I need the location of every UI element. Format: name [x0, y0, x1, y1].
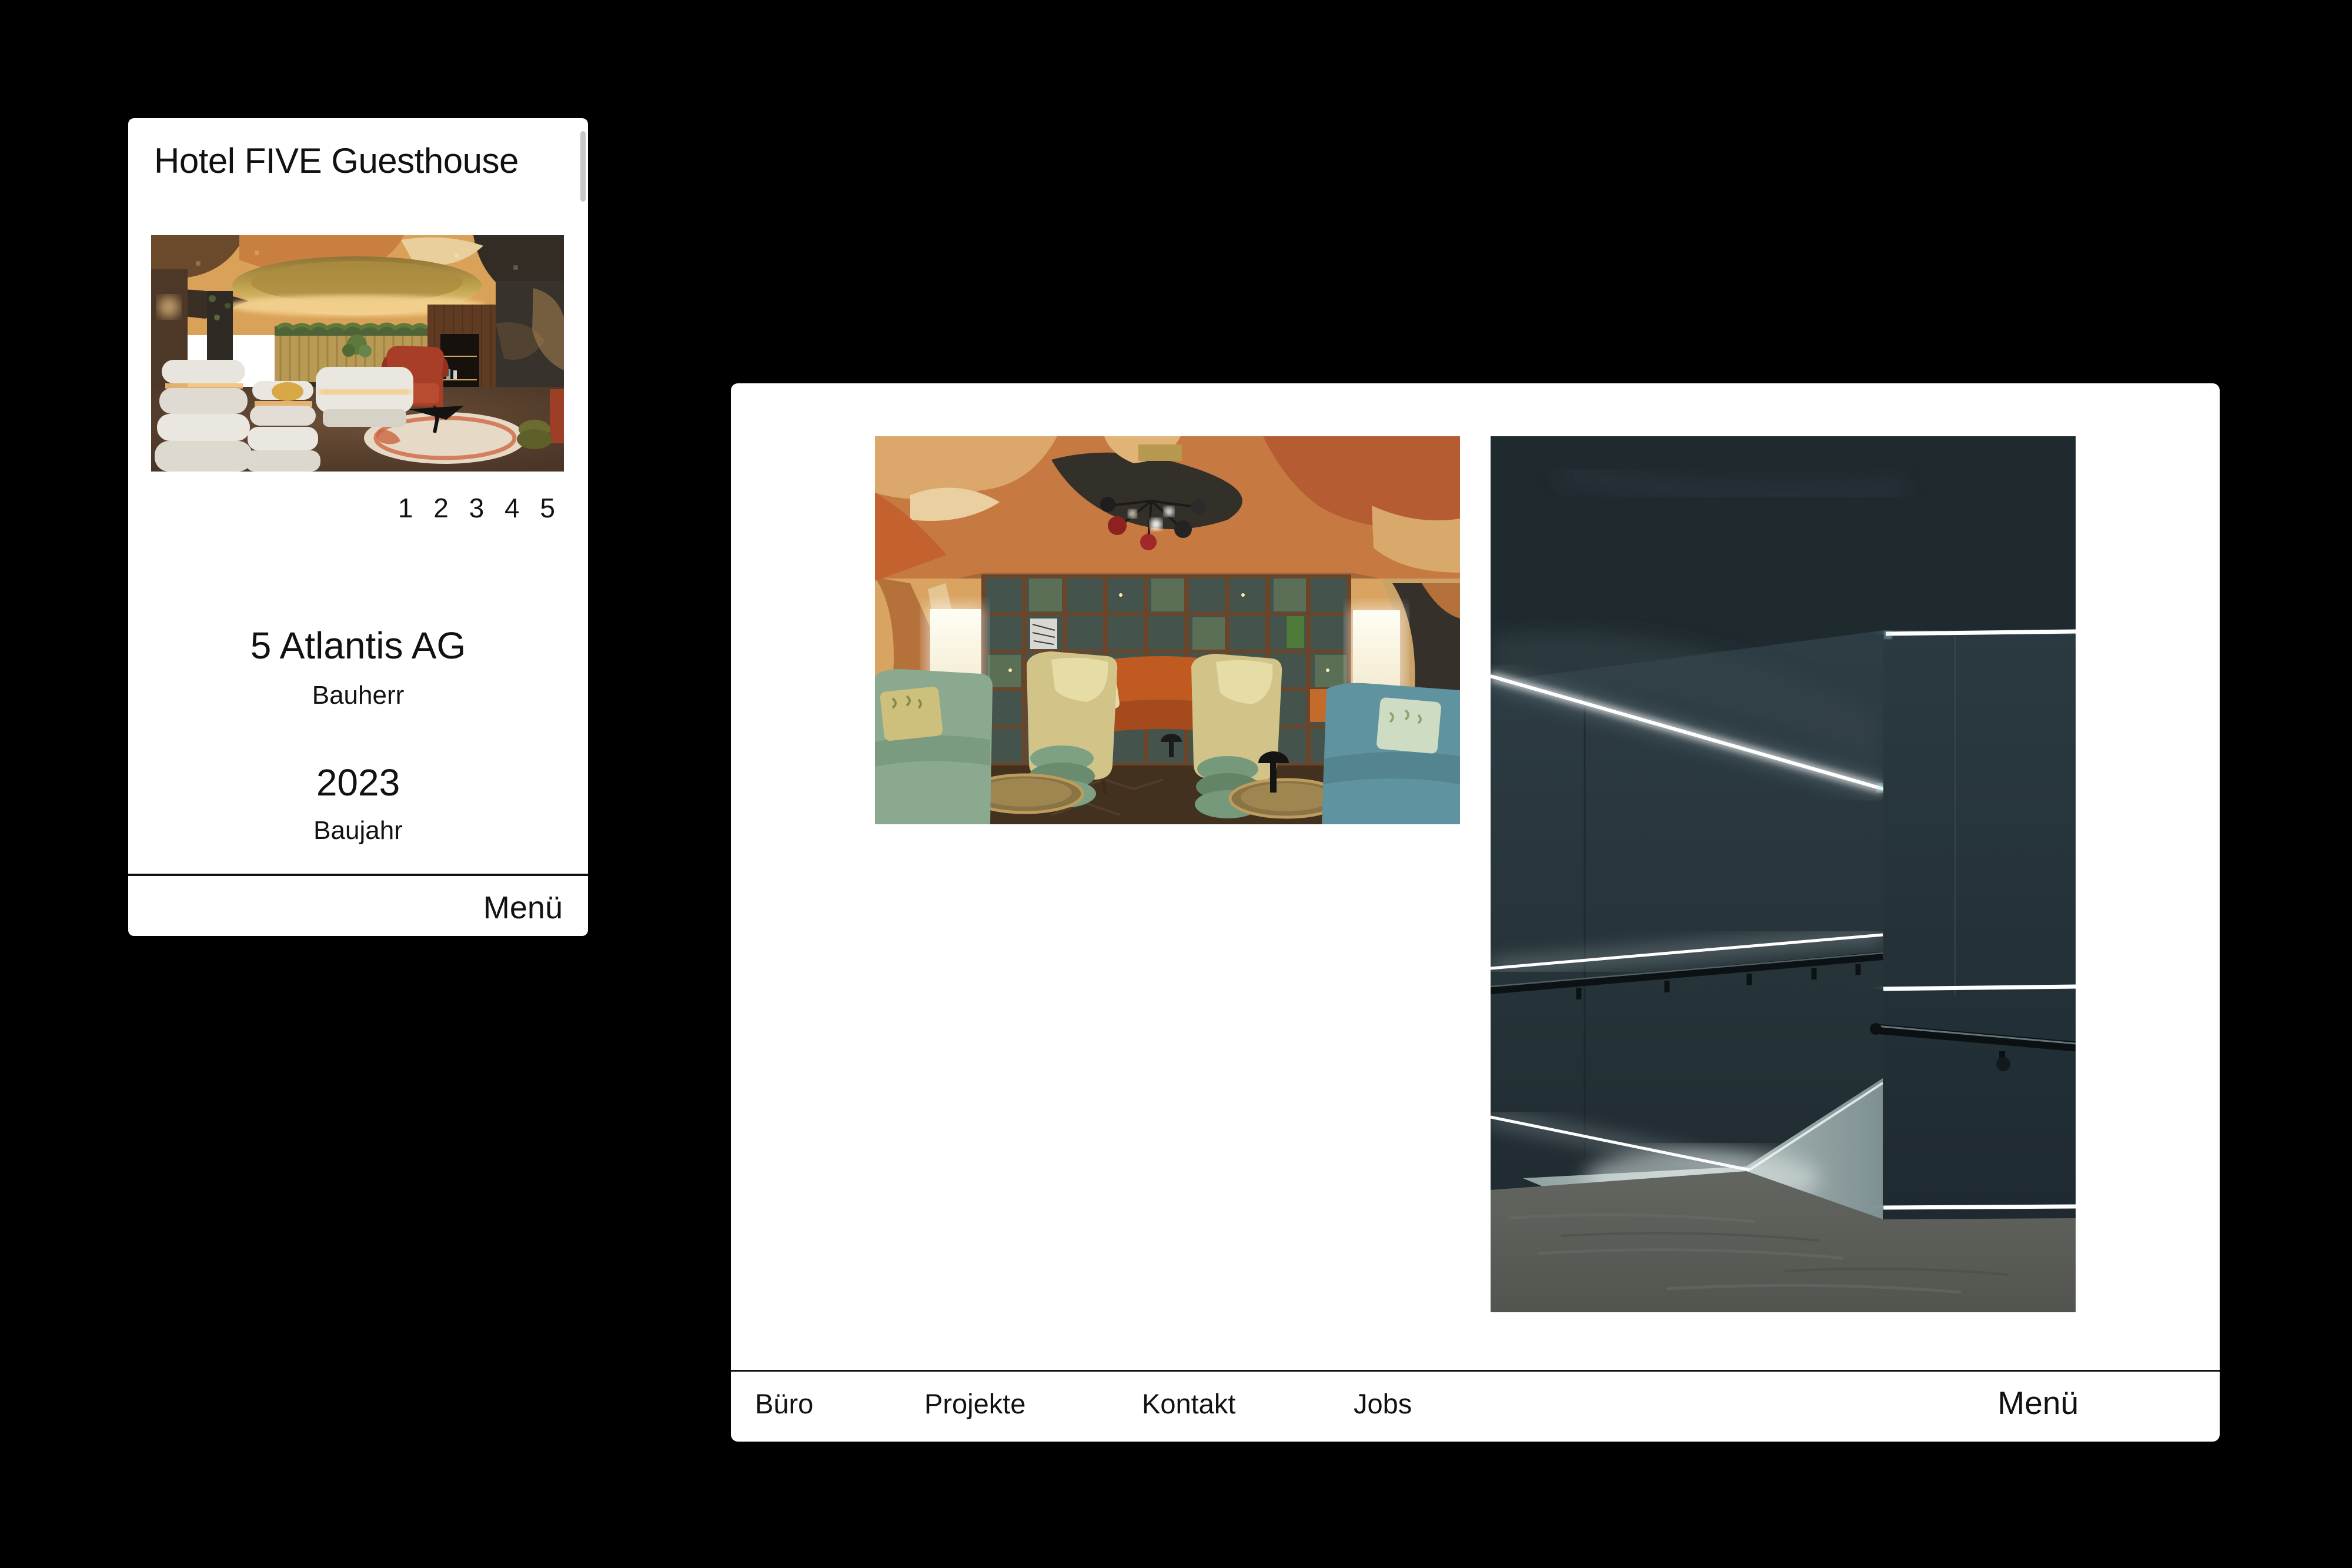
hotel-lobby-bar-photo [151, 235, 564, 472]
desktop-menu-button[interactable]: Menü [1997, 1384, 2079, 1422]
dark-corridor-led-photo [1491, 436, 2076, 1312]
year-value: 2023 [128, 761, 588, 804]
page: { "mobile": { "title": "Hotel FIVE Guest… [0, 0, 2352, 1568]
green-sofa [875, 669, 993, 824]
desktop-viewport-window: Büro Projekte Kontakt Jobs Menü [731, 383, 2220, 1442]
project-title: Hotel FIVE Guesthouse [154, 141, 519, 181]
client-value: 5 Atlantis AG [128, 624, 588, 667]
project-photo-lounge[interactable] [875, 436, 1460, 824]
teal-sofa [1322, 683, 1460, 824]
nav-divider [731, 1370, 2220, 1372]
client-label: Bauherr [128, 681, 588, 710]
menu-divider [128, 874, 588, 876]
nav-item-projekte[interactable]: Projekte [924, 1388, 1025, 1420]
scrollbar-thumb[interactable] [580, 131, 586, 202]
page-dot-1[interactable]: 1 [398, 493, 420, 523]
mobile-viewport-card: Hotel FIVE Guesthouse [128, 118, 588, 936]
nav-item-kontakt[interactable]: Kontakt [1142, 1388, 1235, 1420]
year-label: Baujahr [128, 816, 588, 845]
page-dot-3[interactable]: 3 [469, 493, 491, 523]
carousel-pagination: 1 2 3 4 5 [398, 492, 562, 524]
page-dot-2[interactable]: 2 [433, 493, 455, 523]
lounge-library-photo [875, 436, 1460, 824]
nav-item-buero[interactable]: Büro [755, 1388, 813, 1420]
corridor-right-wall [1883, 630, 2076, 1224]
project-photo-carousel[interactable] [151, 235, 564, 472]
mobile-menu-button[interactable]: Menü [483, 890, 563, 926]
project-photo-corridor[interactable] [1491, 436, 2076, 1312]
page-dot-5[interactable]: 5 [540, 493, 562, 523]
nav-item-jobs[interactable]: Jobs [1354, 1388, 1412, 1420]
page-dot-4[interactable]: 4 [505, 493, 526, 523]
